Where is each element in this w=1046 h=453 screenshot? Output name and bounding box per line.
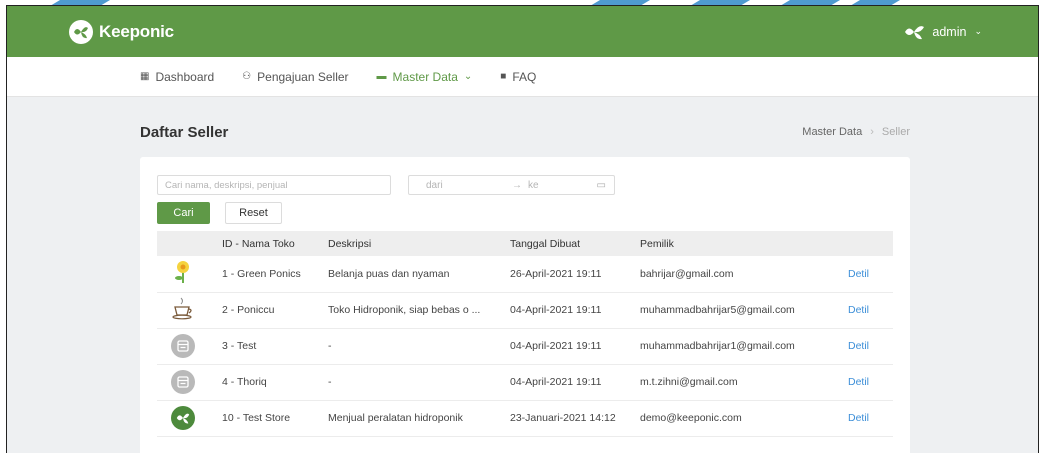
filter-buttons: Cari Reset xyxy=(157,202,894,224)
store-placeholder-icon xyxy=(171,334,195,358)
breadcrumb-seller: Seller xyxy=(881,126,910,138)
store-placeholder-icon xyxy=(171,370,195,394)
keeponic-logo-icon xyxy=(69,19,93,44)
nav-pengajuan-seller[interactable]: ⚇ Pengajuan Seller xyxy=(242,70,348,84)
detail-link[interactable]: Detil xyxy=(848,340,869,352)
seller-table: ID - Nama Toko Deskripsi Tanggal Dibuat … xyxy=(157,231,893,437)
arrow-right-icon: → xyxy=(512,179,522,191)
table-row: 1 - Green Ponics Belanja puas dan nyaman… xyxy=(157,256,893,293)
top-header: Keeponic admin ⌄ xyxy=(7,6,1038,57)
coffee-image xyxy=(172,297,192,319)
nav-faq[interactable]: ■ FAQ xyxy=(500,70,536,84)
column-id-name[interactable]: ID - Nama Toko xyxy=(222,231,328,256)
date-range-picker[interactable]: dari → ke ▭ xyxy=(408,175,615,195)
nav-dashboard[interactable]: ▦ Dashboard xyxy=(140,70,214,84)
grid-icon: ▦ xyxy=(140,71,150,82)
seller-list-card: dari → ke ▭ Cari Reset ID - Nama Toko De… xyxy=(140,157,910,453)
chat-icon: ■ xyxy=(500,71,507,82)
brand-logo[interactable]: Keeponic xyxy=(69,19,174,44)
database-icon: ▬ xyxy=(376,71,387,82)
column-action xyxy=(848,231,893,256)
keeponic-leaf-icon xyxy=(905,25,925,39)
flower-image xyxy=(175,261,189,284)
chevron-down-icon: ⌄ xyxy=(974,26,982,36)
detail-link[interactable]: Detil xyxy=(848,376,869,388)
page-header: Daftar Seller Master Data › Seller xyxy=(7,97,1038,145)
table-row: 2 - Poniccu Toko Hidroponik, siap bebas … xyxy=(157,292,893,329)
table-row: 10 - Test Store Menjual peralatan hidrop… xyxy=(157,400,893,437)
users-icon: ⚇ xyxy=(242,71,252,82)
calendar-icon: ▭ xyxy=(596,179,606,191)
date-to[interactable]: ke xyxy=(528,180,597,191)
main-nav: ▦ Dashboard ⚇ Pengajuan Seller ▬ Master … xyxy=(7,57,1038,97)
brand-name: Keeponic xyxy=(99,21,174,41)
detail-link[interactable]: Detil xyxy=(848,304,869,316)
detail-link[interactable]: Detil xyxy=(848,412,869,424)
column-image xyxy=(157,231,222,256)
breadcrumb-separator-icon: › xyxy=(870,126,874,138)
keeponic-logo-icon xyxy=(171,406,195,430)
page-title: Daftar Seller xyxy=(140,123,229,141)
breadcrumb-master-data[interactable]: Master Data xyxy=(802,126,862,138)
nav-master-data[interactable]: ▬ Master Data ⌄ xyxy=(377,70,473,84)
table-header-row: ID - Nama Toko Deskripsi Tanggal Dibuat … xyxy=(157,231,893,256)
column-date[interactable]: Tanggal Dibuat xyxy=(510,231,640,256)
date-from[interactable]: dari xyxy=(426,180,496,191)
chevron-down-icon: ⌄ xyxy=(463,71,473,82)
table-row: 4 - Thoriq - 04-April-2021 19:11 m.t.zih… xyxy=(157,364,893,401)
app-window: Keeponic admin ⌄ ▦ Dashboard ⚇ Pengajuan… xyxy=(6,5,1039,453)
search-input[interactable] xyxy=(157,175,391,195)
user-name: admin xyxy=(932,24,967,39)
column-description[interactable]: Deskripsi xyxy=(328,231,510,256)
table-row: 3 - Test - 04-April-2021 19:11 muhammadb… xyxy=(157,328,893,365)
breadcrumb: Master Data › Seller xyxy=(802,126,910,138)
filter-row: dari → ke ▭ xyxy=(157,175,894,195)
column-owner[interactable]: Pemilik xyxy=(640,231,848,256)
search-button[interactable]: Cari xyxy=(157,202,210,224)
detail-link[interactable]: Detil xyxy=(848,268,869,280)
reset-button[interactable]: Reset xyxy=(225,202,282,224)
user-menu[interactable]: admin ⌄ xyxy=(904,24,982,40)
